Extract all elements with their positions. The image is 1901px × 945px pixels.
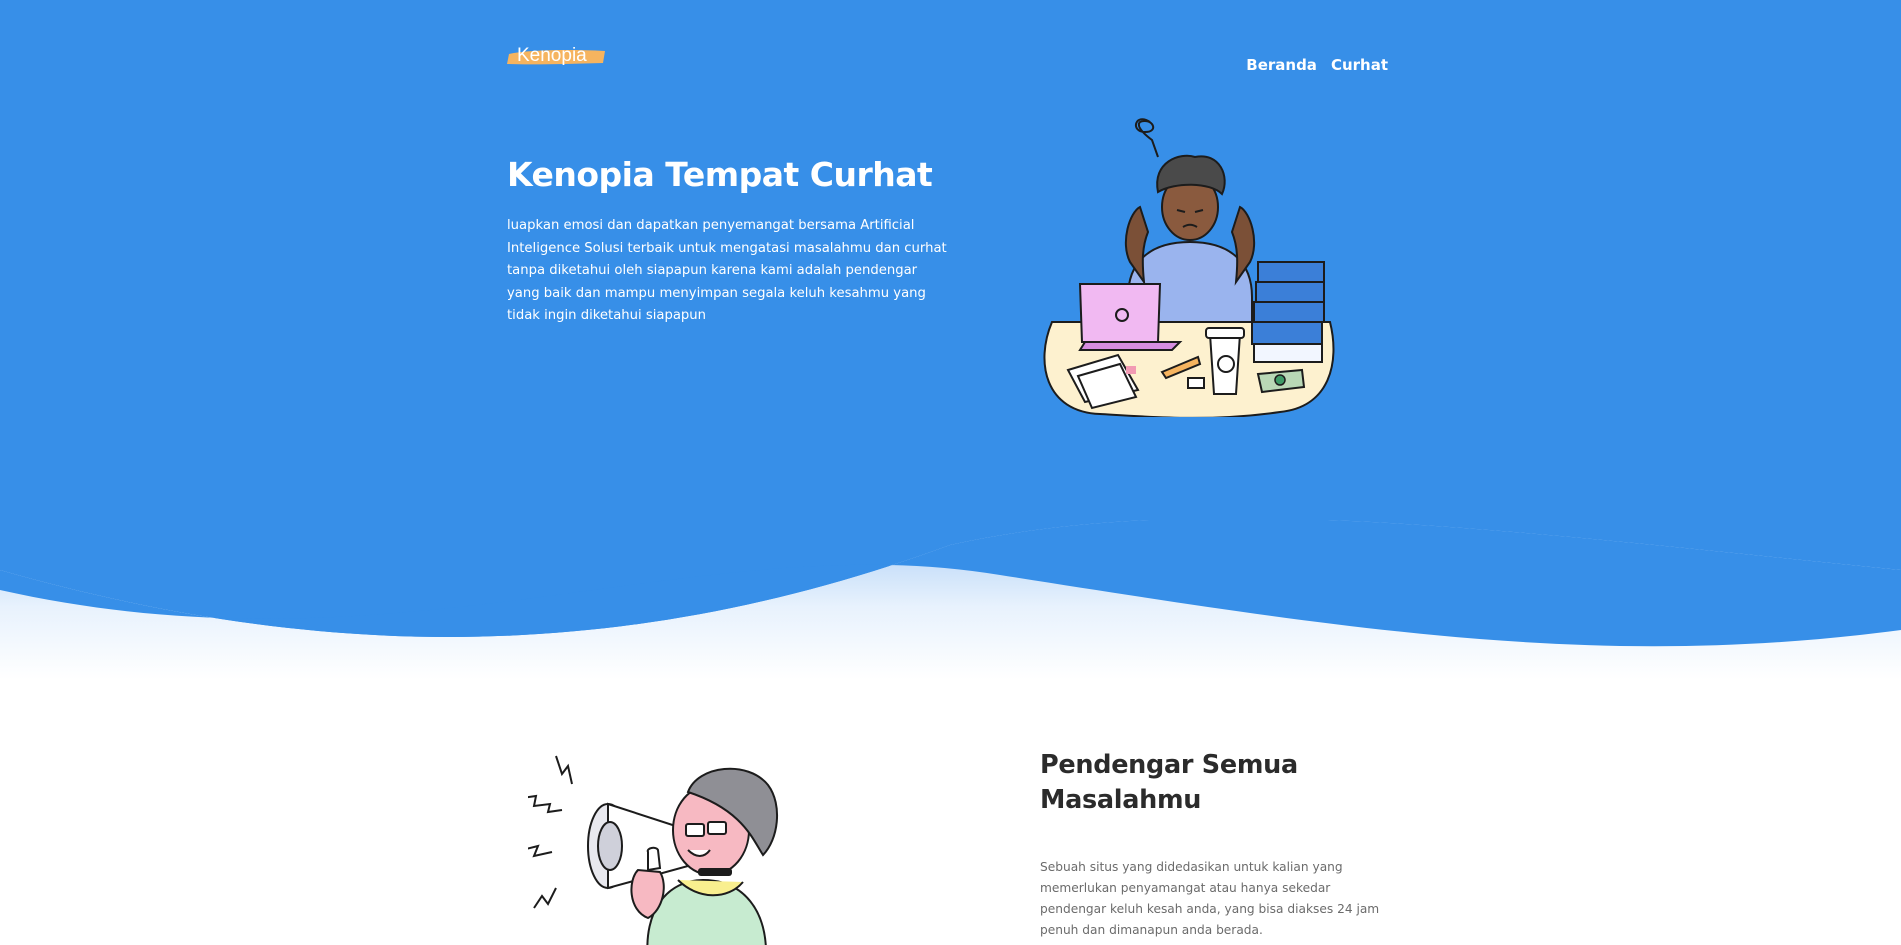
stressed-person-at-desk-illustration [1043,118,1335,417]
feature-description: Sebuah situs yang didedasikan untuk kali… [1040,860,1380,937]
nav-item-curhat[interactable]: Curhat [1331,56,1388,74]
hero-title: Kenopia Tempat Curhat [507,155,933,194]
wave-divider [0,520,1901,680]
feature-title: Pendengar Semua Masalahmu [1040,750,1298,815]
main-nav: Beranda Curhat [1246,56,1388,74]
hero-description: luapkan emosi dan dapatkan penyemangat b… [507,218,947,323]
brand-name: Kenopia [517,45,587,66]
brand-logo[interactable]: Kenopia [507,44,607,68]
hero-section [0,0,1901,680]
person-with-megaphone-illustration [528,755,779,945]
nav-item-beranda[interactable]: Beranda [1246,56,1317,74]
